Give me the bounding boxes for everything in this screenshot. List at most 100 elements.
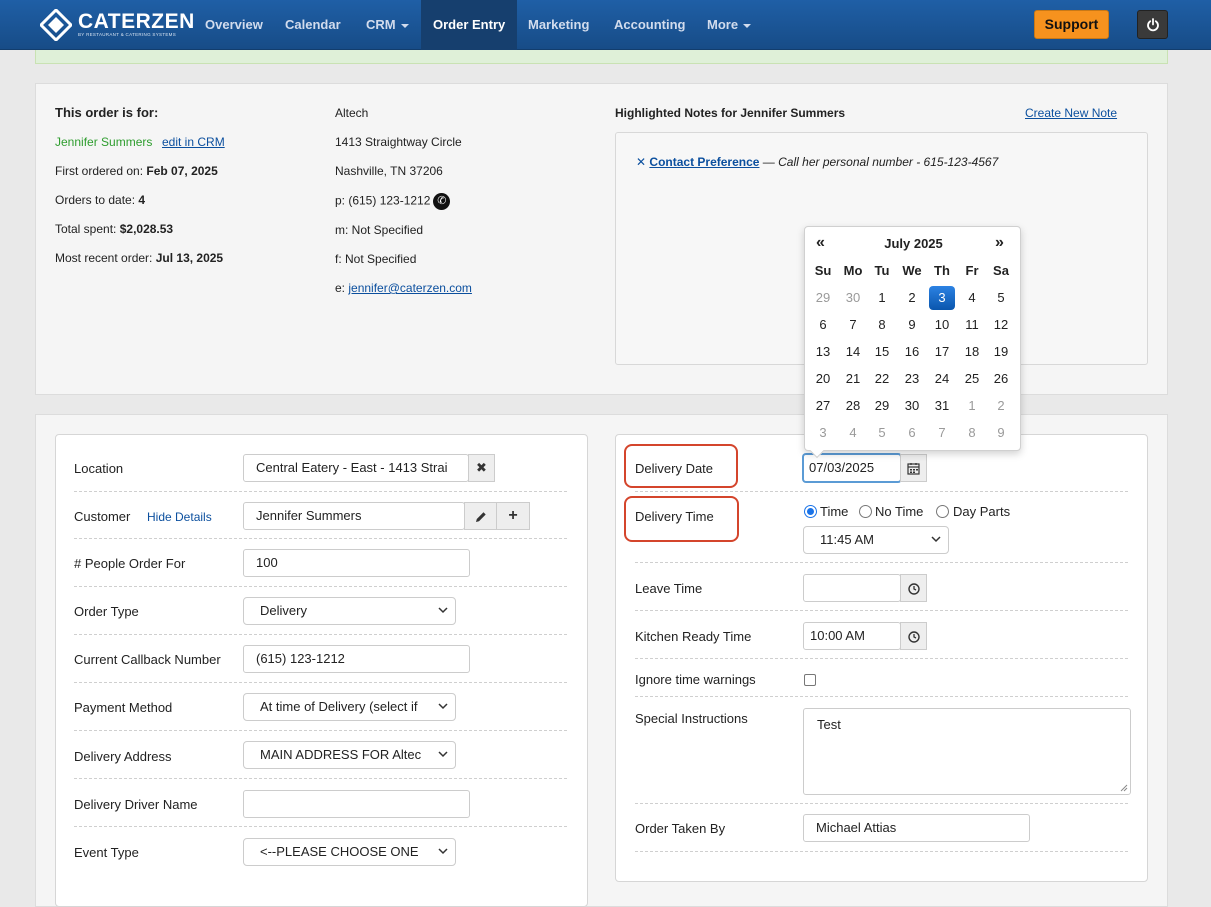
driver-name-input[interactable] — [243, 790, 470, 818]
calendar-day[interactable]: 6 — [810, 313, 836, 337]
special-instructions-textarea[interactable]: Test — [803, 708, 1131, 795]
edit-customer-button[interactable] — [464, 502, 497, 530]
calendar-day[interactable]: 9 — [988, 421, 1014, 445]
calendar-day[interactable]: 12 — [988, 313, 1014, 337]
calendar-day[interactable]: 19 — [988, 340, 1014, 364]
edit-in-crm-link[interactable]: edit in CRM — [162, 135, 225, 149]
calendar-day[interactable]: 29 — [869, 394, 895, 418]
customer-field[interactable]: Jennifer Summers — [243, 502, 465, 530]
calendar-day[interactable]: 22 — [869, 367, 895, 391]
delivery-time-select[interactable]: 11:45 AM — [803, 526, 949, 554]
calendar-day[interactable]: 8 — [959, 421, 985, 445]
radio-no-time-label: No Time — [875, 504, 924, 519]
next-month-button[interactable]: » — [995, 234, 1004, 252]
kitchen-ready-label: Kitchen Ready Time — [635, 629, 752, 644]
logout-button[interactable] — [1137, 10, 1168, 39]
note-title-link[interactable]: Contact Preference — [649, 155, 759, 169]
people-count-input[interactable]: 100 — [243, 549, 470, 577]
support-button[interactable]: Support — [1034, 10, 1109, 39]
select-value: MAIN ADDRESS FOR Altec — [260, 747, 422, 762]
nav-overview[interactable]: Overview — [197, 0, 271, 50]
calendar-day[interactable]: 20 — [810, 367, 836, 391]
calendar-day[interactable]: 4 — [959, 286, 985, 310]
nav-crm[interactable]: CRM — [358, 0, 417, 50]
customer-name-link[interactable]: Jennifer Summers — [55, 135, 152, 149]
address-line-1: 1413 Straightway Circle — [335, 135, 462, 149]
calendar-day[interactable]: 2 — [899, 286, 925, 310]
radio-time[interactable] — [804, 505, 817, 518]
calendar-day[interactable]: 5 — [988, 286, 1014, 310]
clock-icon — [907, 582, 920, 595]
calendar-day[interactable]: 26 — [988, 367, 1014, 391]
calendar-day[interactable]: 14 — [840, 340, 866, 364]
event-type-select[interactable]: <--PLEASE CHOOSE ONE — [243, 838, 456, 866]
order-taken-by-input[interactable]: Michael Attias — [803, 814, 1030, 842]
calendar-day[interactable]: 5 — [869, 421, 895, 445]
radio-no-time[interactable] — [859, 505, 872, 518]
calendar-day[interactable]: 21 — [840, 367, 866, 391]
leave-time-input[interactable] — [803, 574, 901, 602]
calendar-button[interactable] — [900, 454, 927, 482]
calendar-day[interactable]: 4 — [840, 421, 866, 445]
calendar-day[interactable]: 7 — [929, 421, 955, 445]
order-type-select[interactable]: Delivery — [243, 597, 456, 625]
calendar-day[interactable]: 23 — [899, 367, 925, 391]
payment-method-select[interactable]: At time of Delivery (select if — [243, 693, 456, 721]
calendar-day[interactable]: 11 — [959, 313, 985, 337]
calendar-day[interactable]: 2 — [988, 394, 1014, 418]
clock-icon — [907, 630, 920, 643]
calendar-day[interactable]: 8 — [869, 313, 895, 337]
hide-details-link[interactable]: Hide Details — [147, 510, 212, 524]
calendar-month-title[interactable]: July 2025 — [805, 236, 1022, 251]
calendar-day[interactable]: 7 — [840, 313, 866, 337]
clear-location-button[interactable]: ✖ — [468, 454, 495, 482]
email-link[interactable]: jennifer@caterzen.com — [348, 281, 472, 295]
add-customer-button[interactable]: + — [496, 502, 530, 530]
calendar-day[interactable]: 29 — [810, 286, 836, 310]
nav-calendar[interactable]: Calendar — [277, 0, 349, 50]
calendar-day[interactable]: 25 — [959, 367, 985, 391]
divider — [635, 803, 1128, 804]
calendar-day[interactable]: 9 — [899, 313, 925, 337]
calendar-day[interactable]: 18 — [959, 340, 985, 364]
email-prefix: e: — [335, 281, 346, 295]
calendar-day[interactable]: 15 — [869, 340, 895, 364]
ignore-warnings-checkbox[interactable] — [804, 674, 816, 686]
calendar-day[interactable]: 28 — [840, 394, 866, 418]
caret-down-icon — [400, 23, 409, 28]
calendar-day[interactable]: 27 — [810, 394, 836, 418]
kitchen-ready-input[interactable]: 10:00 AM — [803, 622, 901, 650]
delivery-date-input[interactable]: 07/03/2025 — [803, 454, 901, 482]
nav-accounting[interactable]: Accounting — [606, 0, 694, 50]
calendar-day[interactable]: 17 — [929, 340, 955, 364]
resize-handle-icon[interactable] — [1120, 784, 1128, 792]
nav-label: Marketing — [528, 17, 590, 32]
calendar-day[interactable]: 24 — [929, 367, 955, 391]
most-recent-order-value: Jul 13, 2025 — [155, 251, 224, 265]
calendar-day[interactable]: 1 — [959, 394, 985, 418]
nav-marketing[interactable]: Marketing — [520, 0, 597, 50]
calendar-day[interactable]: 30 — [840, 286, 866, 310]
location-field[interactable]: Central Eatery - East - 1413 Strai — [243, 454, 469, 482]
leave-time-clock-button[interactable] — [900, 574, 927, 602]
calendar-day[interactable]: 6 — [899, 421, 925, 445]
phone-icon[interactable]: ✆ — [433, 193, 451, 210]
calendar-day[interactable]: 1 — [869, 286, 895, 310]
special-instructions-label: Special Instructions — [635, 711, 748, 726]
calendar-day[interactable]: 16 — [899, 340, 925, 364]
delivery-address-select[interactable]: MAIN ADDRESS FOR Altec — [243, 741, 456, 769]
close-icon[interactable]: ✕ — [636, 155, 646, 169]
calendar-day[interactable]: 30 — [899, 394, 925, 418]
callback-number-input[interactable]: (615) 123-1212 — [243, 645, 470, 673]
calendar-day[interactable]: 13 — [810, 340, 836, 364]
kitchen-ready-clock-button[interactable] — [900, 622, 927, 650]
calendar-day[interactable]: 3 — [810, 421, 836, 445]
radio-day-parts[interactable] — [936, 505, 949, 518]
nav-order-entry[interactable]: Order Entry — [421, 0, 518, 50]
create-new-note-link[interactable]: Create New Note — [1025, 106, 1117, 120]
calendar-day[interactable]: 31 — [929, 394, 955, 418]
divider — [74, 826, 567, 827]
nav-more[interactable]: More — [699, 0, 759, 50]
calendar-day[interactable]: 10 — [929, 313, 955, 337]
calendar-day-selected[interactable]: 3 — [929, 286, 955, 310]
